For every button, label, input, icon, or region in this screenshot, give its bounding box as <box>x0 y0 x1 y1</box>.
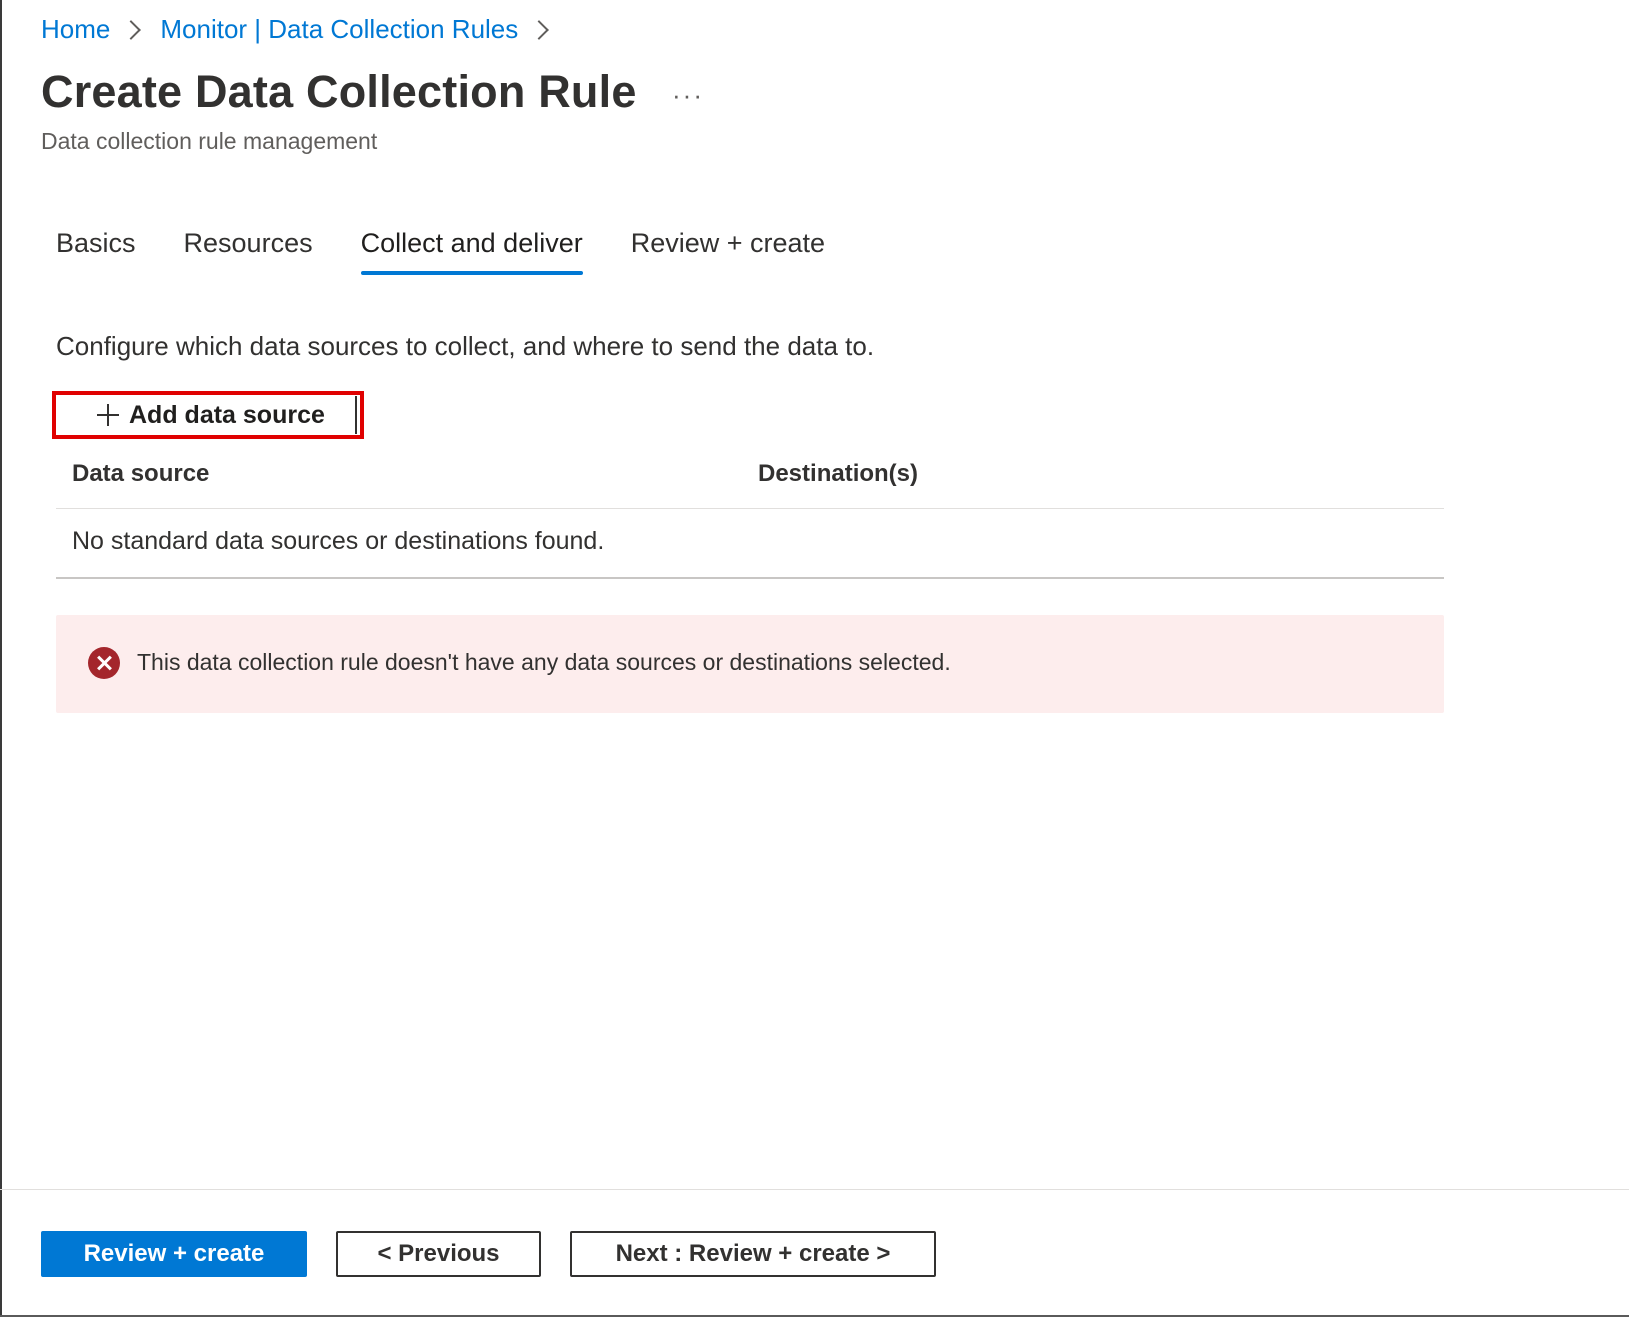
error-message-text: This data collection rule doesn't have a… <box>137 649 951 675</box>
footer-divider <box>0 1189 1629 1190</box>
tab-review-create[interactable]: Review + create <box>631 228 825 275</box>
tab-collect-and-deliver[interactable]: Collect and deliver <box>360 228 583 275</box>
table-empty-message: No standard data sources or destinations… <box>72 527 605 555</box>
breadcrumb-dcr-link[interactable]: Monitor | Data Collection Rules <box>160 14 518 45</box>
tab-basics[interactable]: Basics <box>56 228 136 275</box>
tab-resources[interactable]: Resources <box>184 228 313 275</box>
review-create-button[interactable]: Review + create <box>41 1231 307 1277</box>
more-options-icon[interactable]: ··· <box>672 80 704 111</box>
previous-button[interactable]: < Previous <box>336 1231 541 1277</box>
add-data-source-label: Add data source <box>129 400 325 429</box>
error-circle-icon <box>88 647 120 679</box>
next-review-create-button[interactable]: Next : Review + create > <box>570 1231 936 1277</box>
column-header-data-source[interactable]: Data source <box>72 460 209 488</box>
breadcrumb-home-link[interactable]: Home <box>41 14 110 45</box>
table-header-row: Data source Destination(s) <box>56 454 1444 509</box>
data-sources-table: Data source Destination(s) No standard d… <box>56 454 1444 579</box>
breadcrumb: Home Monitor | Data Collection Rules <box>41 14 568 45</box>
plus-icon <box>97 404 119 426</box>
error-message-bar: This data collection rule doesn't have a… <box>56 615 1444 713</box>
chevron-right-icon <box>529 19 550 40</box>
window-left-border <box>0 0 2 1317</box>
page-title: Create Data Collection Rule <box>41 66 637 117</box>
section-description: Configure which data sources to collect,… <box>56 331 875 361</box>
table-empty-row: No standard data sources or destinations… <box>56 509 1444 579</box>
page-subtitle: Data collection rule management <box>41 128 378 154</box>
add-data-source-button[interactable]: Add data source <box>57 396 357 434</box>
wizard-tabs: Basics Resources Collect and deliver Rev… <box>56 228 873 275</box>
column-header-destinations[interactable]: Destination(s) <box>758 460 918 488</box>
chevron-right-icon <box>121 19 142 40</box>
